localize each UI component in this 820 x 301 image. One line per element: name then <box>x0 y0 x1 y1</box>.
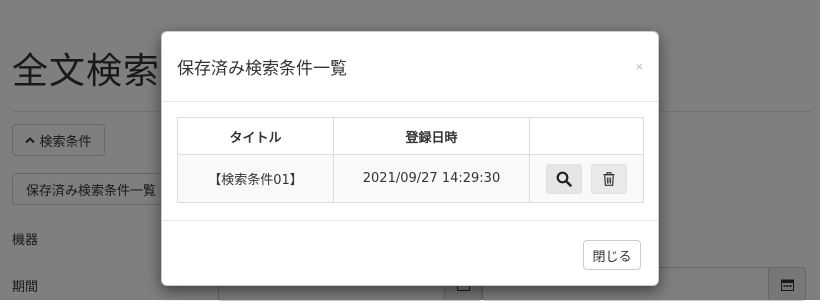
column-header-actions <box>529 117 644 155</box>
trash-icon <box>603 171 615 186</box>
modal-title: 保存済み検索条件一覧 <box>177 59 347 79</box>
row-title: 【検索条件01】 <box>177 154 334 203</box>
modal-close-x-button[interactable]: × <box>635 60 644 73</box>
modal-header: 保存済み検索条件一覧 × <box>162 32 658 102</box>
saved-conditions-table: タイトル 登録日時 【検索条件01】 2021/09/27 14:29:30 <box>177 117 644 203</box>
row-actions <box>529 154 644 203</box>
close-modal-button[interactable]: 閉じる <box>583 240 641 270</box>
table-row: 【検索条件01】 2021/09/27 14:29:30 <box>177 154 644 203</box>
load-condition-button[interactable] <box>546 163 583 194</box>
delete-condition-button[interactable] <box>590 163 627 194</box>
column-header-title: タイトル <box>177 117 334 155</box>
column-header-registered-at: 登録日時 <box>333 117 530 155</box>
saved-conditions-modal: 保存済み検索条件一覧 × タイトル 登録日時 【検索条件01】 2021/09/… <box>161 31 659 286</box>
search-icon <box>557 171 573 187</box>
row-registered-at: 2021/09/27 14:29:30 <box>333 154 530 203</box>
table-header-row: タイトル 登録日時 <box>177 117 644 155</box>
modal-footer: 閉じる <box>162 220 658 287</box>
